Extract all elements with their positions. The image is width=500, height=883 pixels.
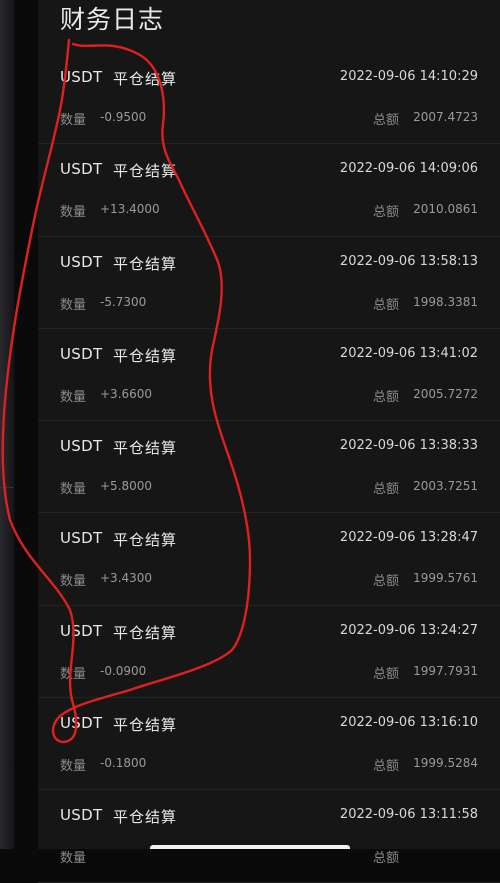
log-entry-row[interactable]: USDT 平仓结算 2022-09-06 14:09:06 数量 +13.400… bbox=[38, 144, 500, 237]
finance-log-panel: 财务日志 USDT 平仓结算 2022-09-06 14:10:29 数量 -0… bbox=[38, 0, 500, 883]
quantity-label: 数量 bbox=[60, 205, 87, 221]
total-label: 总额 bbox=[372, 851, 399, 867]
total-value: 2010.0861 bbox=[413, 202, 478, 217]
asset-symbol: USDT bbox=[60, 529, 103, 548]
transaction-type: 平仓结算 bbox=[113, 346, 178, 365]
total-label: 总额 bbox=[372, 297, 399, 313]
asset-symbol: USDT bbox=[60, 714, 103, 733]
log-entry-row[interactable]: USDT 平仓结算 2022-09-06 13:11:58 数量 总额 bbox=[38, 790, 500, 883]
quantity-label: 数量 bbox=[60, 574, 87, 590]
quantity-label: 数量 bbox=[60, 666, 87, 682]
transaction-type: 平仓结算 bbox=[113, 623, 178, 642]
quantity-value: +5.8000 bbox=[100, 479, 153, 494]
total-value: 1999.5761 bbox=[413, 571, 478, 586]
log-entry-row[interactable]: USDT 平仓结算 2022-09-06 13:16:10 数量 -0.1800… bbox=[38, 698, 500, 791]
total-label: 总额 bbox=[372, 389, 399, 405]
asset-symbol: USDT bbox=[60, 252, 103, 271]
background-window-edge bbox=[0, 0, 15, 849]
quantity-label: 数量 bbox=[60, 297, 87, 313]
timestamp: 2022-09-06 14:10:29 bbox=[339, 69, 478, 84]
quantity-value: +13.4000 bbox=[100, 202, 160, 217]
asset-symbol: USDT bbox=[60, 344, 103, 363]
page-header: 财务日志 bbox=[60, 0, 164, 40]
home-indicator bbox=[150, 845, 350, 849]
quantity-value: +3.4300 bbox=[100, 571, 153, 586]
timestamp: 2022-09-06 13:28:47 bbox=[339, 530, 478, 546]
asset-symbol: USDT bbox=[60, 806, 103, 825]
quantity-value: -5.7300 bbox=[100, 294, 147, 309]
timestamp: 2022-09-06 13:24:27 bbox=[339, 622, 478, 638]
total-label: 总额 bbox=[372, 574, 399, 590]
transaction-type: 平仓结算 bbox=[113, 439, 178, 458]
log-entry-row[interactable]: USDT 平仓结算 2022-09-06 13:24:27 数量 -0.0900… bbox=[38, 606, 500, 699]
timestamp: 2022-09-06 13:41:02 bbox=[339, 345, 478, 361]
total-label: 总额 bbox=[372, 205, 399, 221]
log-entry-row[interactable]: USDT 平仓结算 2022-09-06 14:10:29 数量 -0.9500… bbox=[38, 52, 500, 145]
quantity-label: 数量 bbox=[60, 482, 87, 498]
transaction-type: 平仓结算 bbox=[113, 716, 178, 735]
quantity-value: -0.1800 bbox=[100, 756, 147, 771]
total-value: 1999.5284 bbox=[413, 756, 478, 771]
quantity-value: +3.6600 bbox=[100, 386, 153, 401]
total-value: 1997.7931 bbox=[413, 663, 478, 678]
total-label: 总额 bbox=[372, 113, 399, 128]
quantity-label: 数量 bbox=[60, 759, 87, 775]
log-entry-row[interactable]: USDT 平仓结算 2022-09-06 13:38:33 数量 +5.8000… bbox=[38, 421, 500, 514]
total-label: 总额 bbox=[372, 666, 399, 682]
log-entry-row[interactable]: USDT 平仓结算 2022-09-06 13:28:47 数量 +3.4300… bbox=[38, 513, 500, 606]
quantity-label: 数量 bbox=[60, 851, 87, 867]
quantity-label: 数量 bbox=[60, 113, 87, 128]
transaction-type: 平仓结算 bbox=[113, 254, 178, 273]
log-entry-row[interactable]: USDT 平仓结算 2022-09-06 13:41:02 数量 +3.6600… bbox=[38, 329, 500, 422]
transaction-type: 平仓结算 bbox=[113, 808, 178, 827]
timestamp: 2022-09-06 13:11:58 bbox=[339, 807, 478, 823]
transaction-type: 平仓结算 bbox=[113, 162, 178, 181]
total-label: 总额 bbox=[372, 482, 399, 498]
log-entry-row[interactable]: USDT 平仓结算 2022-09-06 13:58:13 数量 -5.7300… bbox=[38, 237, 500, 329]
quantity-value: -0.9500 bbox=[100, 110, 147, 124]
total-value: 2005.7272 bbox=[413, 386, 478, 401]
asset-symbol: USDT bbox=[60, 68, 103, 86]
page-title: 财务日志 bbox=[60, 5, 165, 34]
total-value: 2003.7251 bbox=[413, 479, 478, 494]
finance-log-list[interactable]: USDT 平仓结算 2022-09-06 14:10:29 数量 -0.9500… bbox=[38, 52, 500, 883]
total-label: 总额 bbox=[372, 759, 399, 775]
transaction-type: 平仓结算 bbox=[113, 531, 178, 550]
quantity-label: 数量 bbox=[60, 389, 87, 405]
transaction-type: 平仓结算 bbox=[113, 70, 178, 88]
quantity-value: -0.0900 bbox=[100, 663, 147, 678]
asset-symbol: USDT bbox=[60, 437, 103, 456]
timestamp: 2022-09-06 13:58:13 bbox=[339, 253, 478, 269]
asset-symbol: USDT bbox=[60, 160, 103, 179]
asset-symbol: USDT bbox=[60, 621, 103, 640]
total-value: 1998.3381 bbox=[413, 294, 478, 309]
timestamp: 2022-09-06 13:38:33 bbox=[339, 438, 478, 454]
timestamp: 2022-09-06 14:09:06 bbox=[339, 161, 478, 177]
timestamp: 2022-09-06 13:16:10 bbox=[339, 715, 478, 731]
total-value: 2007.4723 bbox=[413, 110, 478, 124]
